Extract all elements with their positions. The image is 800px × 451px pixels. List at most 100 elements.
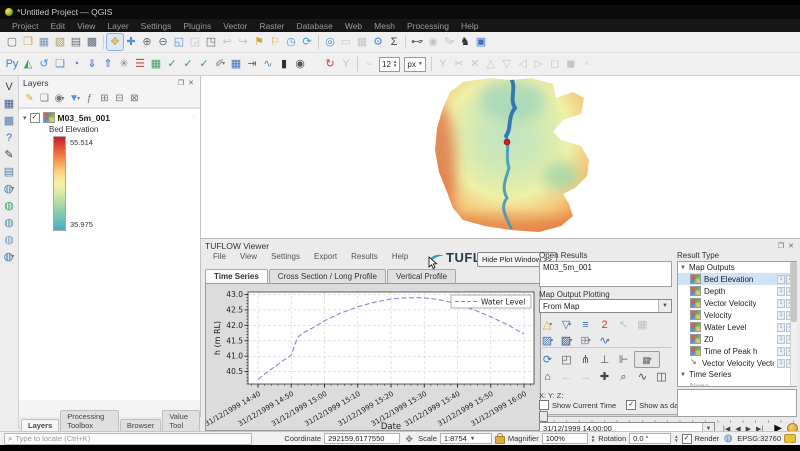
result-type-item-none[interactable]: None <box>678 380 796 387</box>
menu-item[interactable]: Project <box>6 21 44 31</box>
epsg-code[interactable]: EPSG:32760 <box>737 434 781 443</box>
menu-item[interactable]: Vector <box>217 21 253 31</box>
save-project-as-icon[interactable]: ▧ <box>52 34 68 50</box>
extents-icon[interactable]: ✥ <box>403 433 415 445</box>
save-figure-icon[interactable]: ◫ <box>653 369 670 384</box>
menu-item[interactable]: Help <box>386 252 414 261</box>
filter-legend-icon[interactable]: ▼ <box>67 91 82 106</box>
tuflow-import-icon[interactable]: ⇓ <box>84 56 100 72</box>
inactive-tool-6-icon[interactable]: ◁ <box>515 56 531 72</box>
result-type-item-z0[interactable]: Z0 12 <box>678 333 796 345</box>
menu-item[interactable]: Settings <box>265 252 306 261</box>
menu-item[interactable]: View <box>234 252 263 261</box>
pan-to-selection-icon[interactable]: ✚ <box>123 34 139 50</box>
expander-icon[interactable]: ▾ <box>23 114 27 122</box>
processing-gear-icon[interactable]: ⚙ <box>370 34 386 50</box>
float-panel-icon[interactable]: ❐ <box>776 242 786 250</box>
dark-folder-icon[interactable]: ▮ <box>276 56 292 72</box>
spinner-arrows-icon[interactable]: ▲▼ <box>591 435 595 443</box>
statistical-summary-icon[interactable]: Σ <box>386 34 402 50</box>
lock-icon[interactable] <box>495 436 505 444</box>
menu-item[interactable]: Layer <box>101 21 134 31</box>
select-features-icon[interactable]: ▭ <box>338 34 354 50</box>
tuflow-snap-icon[interactable]: ✳ <box>116 56 132 72</box>
zoom-out-icon[interactable]: ⊖ <box>155 34 171 50</box>
tuflow-grid-icon[interactable]: ▦ <box>148 56 164 72</box>
align-tool-icon[interactable]: ⇥ <box>244 56 260 72</box>
subplot-config-icon[interactable]: ∿ <box>634 369 651 384</box>
plot-export-icon[interactable]: ∿ <box>596 333 613 348</box>
inactive-tool-5-icon[interactable]: ▽ <box>499 56 515 72</box>
zoom-full-extent-icon[interactable]: ◱ <box>171 34 187 50</box>
add-group-icon[interactable]: ❏ <box>37 91 52 106</box>
cursor-tracking-icon[interactable]: ↖ <box>615 317 632 332</box>
style-dock-icon[interactable]: V <box>1 79 17 95</box>
branch-select-icon[interactable]: ⋔ <box>577 352 594 367</box>
rotation-value[interactable]: 0.0 ° <box>629 433 671 444</box>
inactive-tool-7-icon[interactable]: ▷ <box>531 56 547 72</box>
zoom-next-icon[interactable]: ↪ <box>235 34 251 50</box>
globe-light-icon[interactable]: ◍ <box>1 232 17 248</box>
float-panel-icon[interactable]: ❐ <box>176 79 186 87</box>
check-files-3-icon[interactable]: ✓ <box>196 56 212 72</box>
tuflow-refresh-icon[interactable]: ↺ <box>36 56 52 72</box>
globe-green-icon[interactable]: ◍ <box>1 198 17 214</box>
map-outputs-group[interactable]: ▼ Map Outputs <box>678 262 796 273</box>
new-project-icon[interactable]: ▢ <box>4 34 20 50</box>
globe-icon[interactable]: ◍ <box>722 433 734 445</box>
result-type-item-depth[interactable]: Depth 12 <box>678 285 796 297</box>
time-series-group[interactable]: ▼ Time Series <box>678 369 796 380</box>
pan-map-icon[interactable]: ✥ <box>107 34 123 50</box>
close-panel-icon[interactable]: ✕ <box>186 79 196 87</box>
layout-manager-icon[interactable]: ▩ <box>84 34 100 50</box>
map-plot-style-1-icon[interactable]: ▨ <box>539 333 556 348</box>
legend-position-icon[interactable]: ▦ <box>634 351 660 368</box>
hydro-plot-icon[interactable]: ∿ <box>260 56 276 72</box>
close-panel-icon[interactable]: ✕ <box>786 242 796 250</box>
zoom-last-icon[interactable]: ↩ <box>219 34 235 50</box>
open-attribute-table-icon[interactable]: ▦ <box>354 34 370 50</box>
layer-row[interactable]: ▾ ✓ M03_5m_001 ◌ <box>23 112 196 123</box>
python-console-icon[interactable]: Py <box>4 56 20 72</box>
globe-teal-icon[interactable]: ◍ <box>1 215 17 231</box>
dock-tab-value-tool[interactable]: Value Tool <box>162 410 200 431</box>
layer-checkbox[interactable]: ✓ <box>30 113 40 123</box>
result-type-item-time-of-peak-h[interactable]: Time of Peak h 12 <box>678 345 796 357</box>
remove-layer-icon[interactable]: ⊠ <box>127 91 142 106</box>
inactive-tool-2-icon[interactable]: ✂ <box>451 56 467 72</box>
map-plot-style-2-icon[interactable]: ▨ <box>558 333 575 348</box>
new-annotation-icon[interactable]: ✎ <box>441 34 457 50</box>
new-spatial-bookmark-icon[interactable]: ⚑ <box>251 34 267 50</box>
messages-icon[interactable] <box>784 434 796 443</box>
tuflow-views-icon[interactable]: ◔ <box>68 56 84 72</box>
menu-item[interactable]: Settings <box>135 21 178 31</box>
inactive-tool-1-icon[interactable]: Y <box>435 56 451 72</box>
result-type-item-vector-velocity[interactable]: Vector Velocity 12 <box>678 297 796 309</box>
manage-map-themes-icon[interactable]: ◉ <box>52 91 67 106</box>
dock-tab-browser[interactable]: Browser <box>120 419 162 431</box>
result-type-item-water-level[interactable]: Water Level 12 <box>678 321 796 333</box>
result-type-item-velocity[interactable]: Velocity 12 <box>678 309 796 321</box>
globe-blue-icon[interactable]: ◍ <box>1 181 17 197</box>
time-series-chart[interactable]: 40.541.041.542.042.543.031/12/1999 14:40… <box>205 283 541 431</box>
scrollbar[interactable] <box>790 262 797 386</box>
pan-plot-icon[interactable]: ✚ <box>596 369 613 384</box>
coordinate-input[interactable]: 292159,6177550 <box>324 433 400 444</box>
magnifier-value[interactable]: 100% <box>542 433 588 444</box>
globe-dark-icon[interactable]: ◍ <box>1 249 17 265</box>
secondary-axis-icon[interactable]: 2 <box>596 317 613 332</box>
zoom-to-selection-icon[interactable]: ◲ <box>187 34 203 50</box>
open-project-icon[interactable]: ❒ <box>20 34 36 50</box>
tuflow-export-icon[interactable]: ⇑ <box>100 56 116 72</box>
result-type-item-vector-velocity-vector[interactable]: Vector Velocity Vector 12 <box>678 357 796 369</box>
menu-item[interactable]: Help <box>455 21 484 31</box>
temporal-controller-icon[interactable]: ◷ <box>283 34 299 50</box>
locate-input[interactable]: ⌕ Type to locate (Ctrl+K) <box>4 433 252 445</box>
annotation-pen-icon[interactable]: ✎ <box>1 147 17 163</box>
primary-axis-icon[interactable]: ≡ <box>577 317 594 332</box>
zoom-to-layer-icon[interactable]: ◳ <box>203 34 219 50</box>
zoom-plot-icon[interactable]: ⌕ <box>615 369 632 384</box>
tuflow-stack-icon[interactable]: ☰ <box>132 56 148 72</box>
show-spatial-bookmarks-icon[interactable]: ⚐ <box>267 34 283 50</box>
layer-grid-icon[interactable]: ▤ <box>1 164 17 180</box>
